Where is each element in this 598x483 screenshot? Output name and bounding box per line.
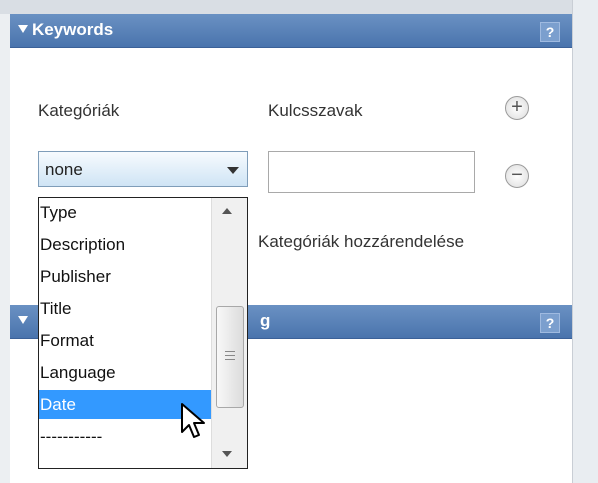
dropdown-option[interactable]: Format	[39, 326, 211, 355]
help-button-2[interactable]: ?	[540, 313, 560, 333]
add-keyword-button[interactable]: +	[505, 96, 529, 120]
dropdown-scrollbar[interactable]	[211, 198, 247, 468]
help-button[interactable]: ?	[540, 22, 560, 42]
collapse-triangle-icon-2	[18, 316, 28, 324]
dropdown-option[interactable]: Type	[39, 198, 211, 227]
category-select-value: none	[45, 160, 83, 179]
scrollbar-thumb[interactable]	[216, 306, 244, 408]
category-dropdown-list[interactable]: Type Description Publisher Title Format …	[38, 197, 248, 469]
left-edge	[0, 14, 10, 483]
minus-icon: −	[511, 164, 523, 186]
top-strip	[0, 0, 598, 14]
second-panel-title-fragment: g	[260, 311, 271, 330]
dropdown-option[interactable]: Language	[39, 358, 211, 387]
grip-line	[225, 355, 235, 356]
mouse-cursor-icon	[181, 403, 205, 438]
assign-categories-label: Kategóriák hozzárendelése	[258, 232, 465, 251]
scroll-down-arrow-icon[interactable]	[222, 451, 232, 457]
collapse-triangle-icon	[18, 25, 28, 33]
scroll-up-arrow-icon[interactable]	[222, 208, 232, 214]
grip-line	[225, 351, 235, 352]
keyword-input[interactable]	[268, 151, 475, 193]
category-select[interactable]: none	[38, 151, 248, 187]
remove-keyword-button[interactable]: −	[505, 164, 529, 188]
keywords-label: Kulcsszavak	[268, 101, 363, 120]
dropdown-option[interactable]: Title	[39, 294, 211, 323]
right-edge	[573, 0, 598, 483]
dropdown-option[interactable]: Publisher	[39, 262, 211, 291]
grip-line	[225, 359, 235, 360]
categories-label: Kategóriák	[38, 101, 120, 120]
keywords-panel-title: Keywords	[32, 20, 114, 39]
keywords-panel-header[interactable]: Keywords ?	[10, 14, 572, 48]
dropdown-option[interactable]: Description	[39, 230, 211, 259]
plus-icon: +	[511, 96, 523, 118]
chevron-down-icon	[227, 167, 239, 174]
